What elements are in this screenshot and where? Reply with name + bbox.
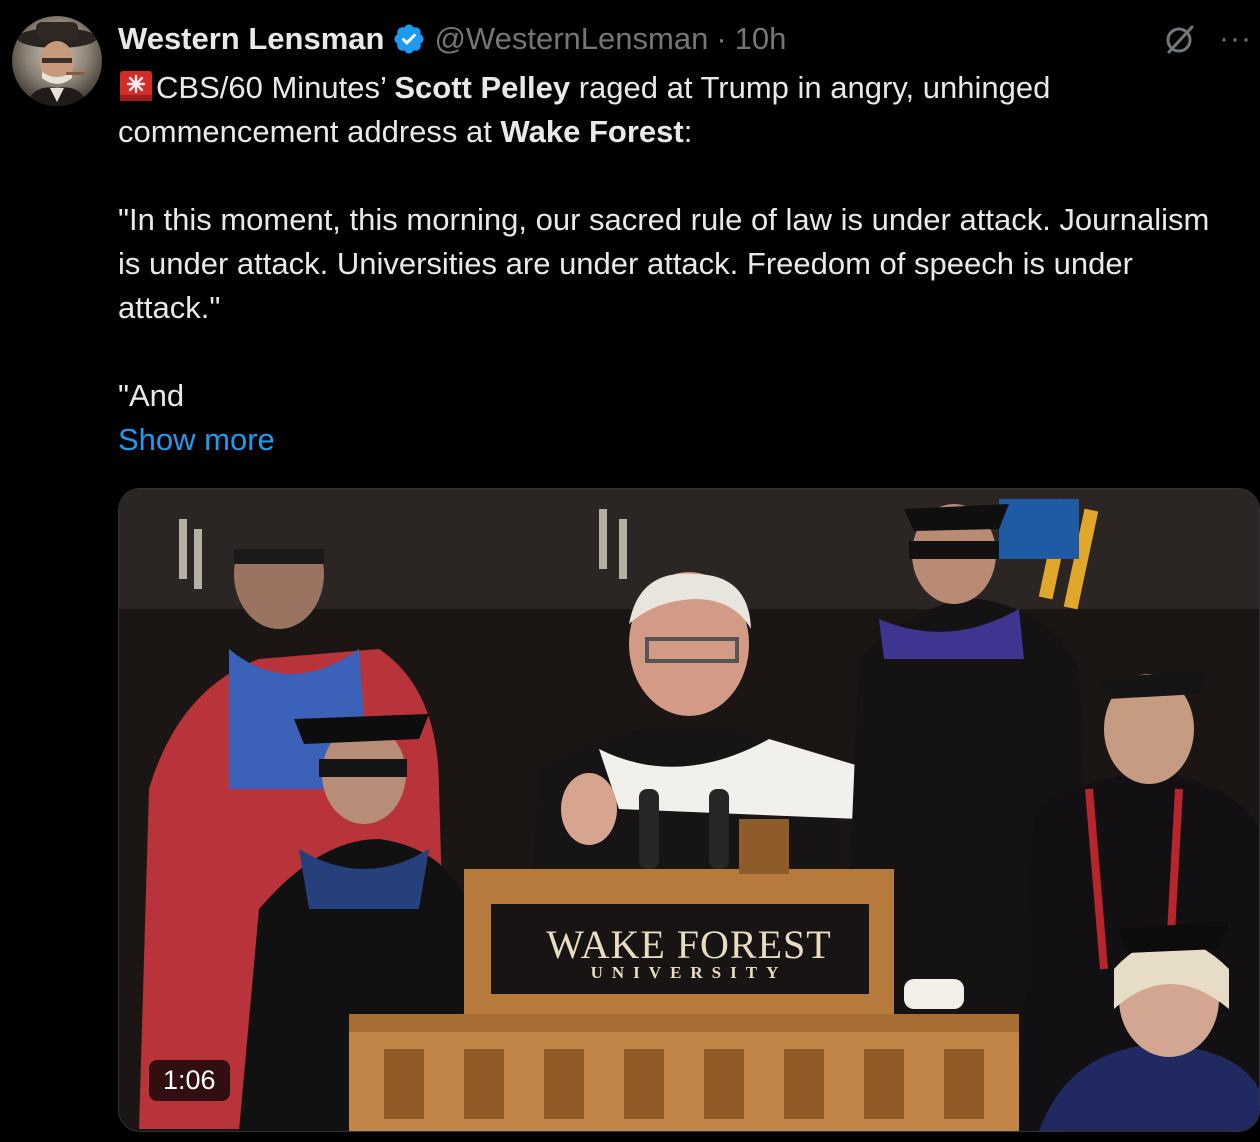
verified-badge-icon[interactable] bbox=[392, 22, 426, 56]
separator-dot: · bbox=[716, 21, 727, 56]
podium-sign-title: WAKE FOREST bbox=[546, 922, 832, 967]
tweet-actions-top: ··· bbox=[1163, 22, 1252, 56]
avatar-image bbox=[17, 22, 97, 106]
show-more-link[interactable]: Show more bbox=[118, 418, 275, 462]
mention-wake-forest: Wake Forest bbox=[500, 114, 684, 149]
tweet-timestamp[interactable]: 10h bbox=[735, 21, 787, 57]
mention-scott-pelley: Scott Pelley bbox=[394, 70, 571, 105]
author-avatar[interactable] bbox=[12, 16, 102, 106]
more-options-icon[interactable]: ··· bbox=[1219, 24, 1252, 54]
podium-sign-subtitle: UNIVERSITY bbox=[590, 963, 788, 982]
headline-colon: : bbox=[683, 114, 693, 149]
grok-icon[interactable] bbox=[1163, 22, 1197, 56]
author-display-name[interactable]: Western Lensman bbox=[118, 21, 384, 57]
tweet-truncated-line: "And bbox=[118, 378, 185, 413]
video-thumbnail bbox=[119, 489, 1259, 1131]
rotating-light-icon bbox=[120, 71, 152, 101]
tweet-quote: "In this moment, this morning, our sacre… bbox=[118, 202, 1210, 325]
video-duration-badge: 1:06 bbox=[149, 1060, 230, 1101]
headline-part-1: CBS/60 Minutes’ bbox=[156, 70, 395, 105]
video-player[interactable]: WAKE FOREST UNIVERSITY 1:06 bbox=[118, 488, 1260, 1132]
tweet-text: CBS/60 Minutes’ Scott Pelley raged at Tr… bbox=[118, 66, 1218, 418]
tweet-header: Western Lensman @WesternLensman · 10h bbox=[118, 18, 786, 60]
tweet-headline: CBS/60 Minutes’ Scott Pelley raged at Tr… bbox=[118, 66, 1218, 154]
author-handle[interactable]: @WesternLensman bbox=[434, 21, 708, 57]
